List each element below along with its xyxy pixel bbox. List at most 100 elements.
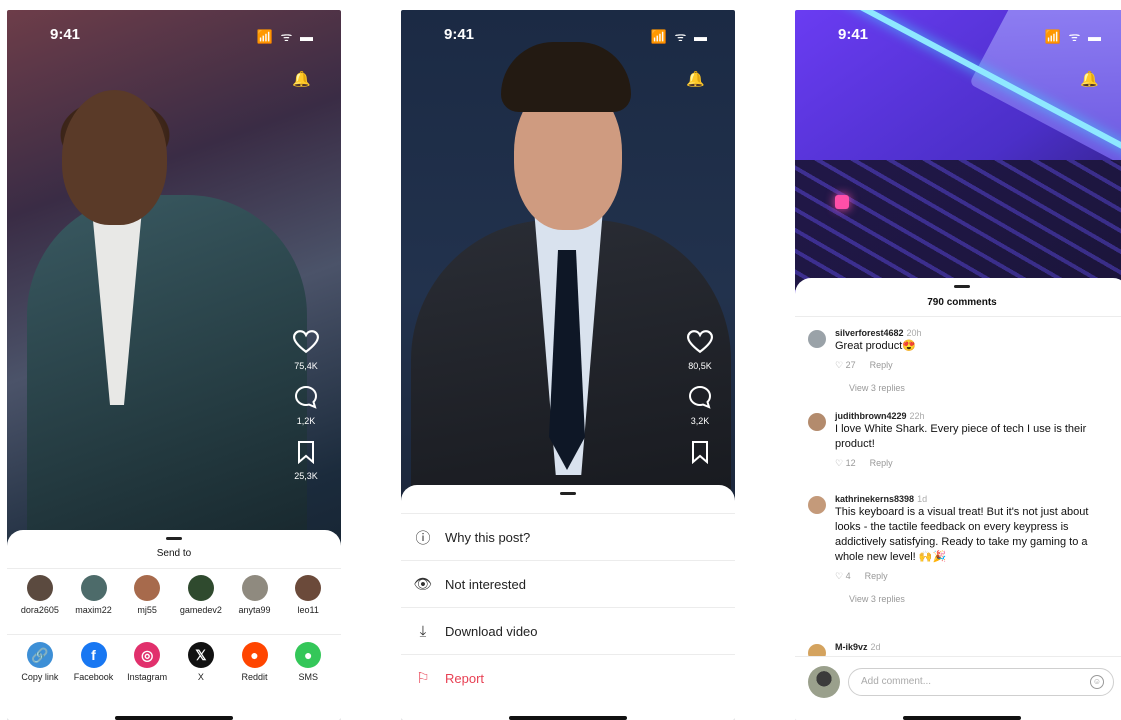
contact-name: maxim22 [75, 605, 112, 615]
video-keyboard [795, 160, 1121, 290]
sheet-grabber[interactable] [560, 492, 576, 495]
reply-button[interactable]: Reply [865, 571, 888, 581]
status-bar: 9:41 📶 ᯤ ▬ [795, 10, 1121, 58]
comment-icon [688, 385, 712, 409]
share-app-label: X [197, 672, 204, 682]
contact-item[interactable]: gamedev2 [174, 575, 228, 615]
comment-like-button[interactable]: ♡ 12 [835, 458, 856, 468]
comment-username[interactable]: kathrinekerns8398 1d [835, 494, 1115, 504]
avatar [295, 575, 322, 601]
share-app-button[interactable]: ● Reddit [228, 642, 282, 682]
heart-icon [292, 330, 320, 354]
share-app-button[interactable]: f Facebook [67, 642, 121, 682]
contact-item[interactable]: leo11 [281, 575, 335, 615]
comment-like-count: 27 [845, 360, 856, 370]
avatar[interactable] [808, 413, 826, 431]
avatar[interactable] [808, 496, 826, 514]
comment-like-button[interactable]: ♡ 27 [835, 360, 856, 370]
avatar [808, 666, 840, 698]
sheet-grabber[interactable] [954, 285, 970, 288]
share-app-button[interactable]: ● SMS [281, 642, 335, 682]
like-count: 80,5K [688, 361, 712, 371]
save-button[interactable]: 25,3K [289, 440, 323, 481]
option-label: Why this post? [445, 529, 531, 545]
comment-like-button[interactable]: ♡ 4 [835, 571, 851, 581]
like-button[interactable]: 75,4K [289, 330, 323, 371]
comments-screen: 9:41 📶 ᯤ ▬ 🔔 790 comments silverforest46… [795, 10, 1121, 720]
avatar [187, 575, 214, 601]
contact-item[interactable]: dora2605 [13, 575, 67, 615]
comment-username[interactable]: judithbrown4229 22h [835, 411, 1115, 421]
emoji-icon[interactable]: ☺ [1090, 675, 1104, 689]
contact-name: anyta99 [238, 605, 271, 615]
comment-button[interactable]: 3,2K [683, 385, 717, 426]
option-report[interactable]: ⚐ Report [401, 654, 735, 701]
reply-button[interactable]: Reply [870, 360, 893, 370]
option-label: Report [445, 670, 485, 686]
option-why-this-post[interactable]: ⓘ Why this post? [401, 513, 735, 560]
comment-meta: ♡ 12 Reply [835, 458, 1115, 469]
action-rail: 80,5K 3,2K [683, 330, 717, 483]
option-not-interested[interactable]: 👁 Not interested [401, 560, 735, 607]
contact-item[interactable]: anyta99 [228, 575, 282, 615]
share-app-button[interactable]: 𝕏X [174, 642, 228, 682]
reply-button[interactable]: Reply [870, 458, 893, 468]
contact-item[interactable]: mj55 [120, 575, 174, 615]
comment-time: 20h [906, 328, 922, 338]
bookmark-icon [298, 441, 314, 465]
bell-icon[interactable]: 🔔 [1080, 70, 1099, 88]
comment-text: Great product😍 [835, 340, 916, 352]
comment-username[interactable]: silverforest4682 20h [835, 328, 1115, 338]
share-app-label: Reddit [241, 672, 268, 682]
contact-item[interactable]: maxim22 [67, 575, 121, 615]
share-screen: 9:41 📶 ᯤ ▬ 🔔 75,4K 1,2K 25,3K Send to do… [7, 10, 341, 720]
comment-body: M-ik9vz 2d [835, 642, 1115, 652]
options-sheet: ⓘ Why this post? 👁 Not interested ⤓ Download … [401, 485, 735, 720]
like-button[interactable]: 80,5K [683, 330, 717, 371]
option-label: Not interested [445, 576, 526, 592]
comment-text: I love White Shark. Every piece of tech … [835, 423, 1087, 450]
eye-off-icon: 👁 [413, 576, 433, 593]
video-subject-head [62, 90, 167, 225]
divider [795, 316, 1121, 317]
facebook-icon: f [80, 642, 107, 668]
comment-composer: Add comment... ☺ [795, 656, 1121, 720]
comment-meta: ♡ 27 Reply [835, 360, 1115, 371]
view-replies-button[interactable]: View 3 replies [849, 383, 1115, 393]
comment-button[interactable]: 1,2K [289, 385, 323, 426]
comment-username[interactable]: M-ik9vz 2d [835, 642, 1115, 652]
bell-icon[interactable]: 🔔 [292, 70, 311, 88]
comment-icon [294, 385, 318, 409]
status-icons: 📶 ᯤ ▬ [1044, 29, 1103, 44]
share-app-button[interactable]: ◎ Instagram [120, 642, 174, 682]
comment-item: M-ik9vz 2d [808, 642, 1115, 662]
status-bar: 9:41 📶 ᯤ ▬ [401, 10, 735, 58]
sheet-grabber[interactable] [166, 537, 182, 540]
comments-sheet: 790 comments silverforest4682 20h Great pr… [795, 278, 1121, 720]
share-app-label: SMS [298, 672, 318, 682]
option-download-video[interactable]: ⤓ Download video [401, 607, 735, 654]
share-app-button[interactable]: 🔗 Copy link [13, 642, 67, 682]
contact-name: dora2605 [20, 605, 59, 615]
share-app-label: Copy link [21, 672, 59, 682]
options-screen: 9:41 📶 ᯤ ▬ 🔔 80,5K 3,2K ⓘ Why this post? 👁… [401, 10, 735, 720]
avatar [26, 575, 53, 601]
heart-icon [686, 330, 714, 354]
comment-count: 3,2K [690, 416, 710, 426]
bell-icon[interactable]: 🔔 [686, 70, 705, 88]
comment-input[interactable]: Add comment... ☺ [848, 668, 1114, 696]
flag-icon: ⚐ [416, 670, 430, 687]
view-replies-button[interactable]: View 3 replies [849, 594, 1115, 604]
divider [7, 568, 341, 569]
save-count: 25,3K [294, 471, 318, 481]
contact-name: mj55 [137, 605, 157, 615]
username-text: judithbrown4229 [835, 411, 907, 421]
save-button[interactable] [683, 440, 717, 469]
comment-like-count: 12 [845, 458, 856, 468]
status-time: 9:41 [50, 26, 81, 43]
apps-row: 🔗 Copy link f Facebook ◎ Instagram 𝕏 X ● Reddit ● S… [13, 642, 335, 682]
avatar[interactable] [808, 330, 826, 348]
status-icons: 📶 ᯤ ▬ [256, 29, 315, 44]
status-time: 9:41 [838, 26, 869, 43]
share-app-label: Facebook [73, 672, 114, 682]
